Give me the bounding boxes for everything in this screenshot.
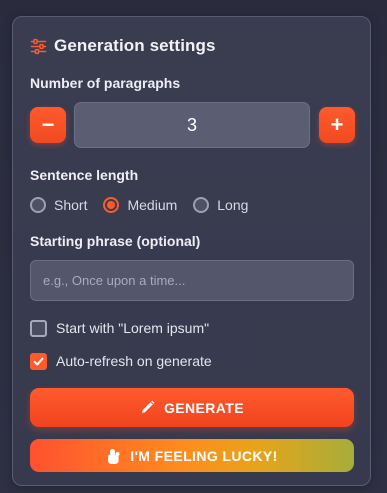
paragraphs-label: Number of paragraphs xyxy=(30,75,181,91)
radio-label: Long xyxy=(217,197,249,213)
auto-refresh-label: Auto-refresh on generate xyxy=(56,353,212,369)
radio-label: Medium xyxy=(127,197,178,213)
minus-icon: − xyxy=(41,112,55,137)
lorem-ipsum-label: Start with "Lorem ipsum" xyxy=(56,320,210,336)
generation-settings-panel: Generation settings Number of paragraphs… xyxy=(12,16,371,486)
radio-option-medium[interactable]: Medium xyxy=(103,197,177,213)
feeling-lucky-button[interactable]: I'M FEELING LUCKY! xyxy=(30,439,354,472)
auto-refresh-checkbox[interactable] xyxy=(30,352,47,370)
radio-label: Short xyxy=(54,197,88,213)
lorem-ipsum-option[interactable]: Start with "Lorem ipsum" xyxy=(30,318,209,338)
feeling-lucky-button-label: I'M FEELING LUCKY! xyxy=(130,447,278,464)
starting-phrase-placeholder: e.g., Once upon a time... xyxy=(43,273,186,288)
sentence-length-radio-group: Short Medium Long xyxy=(30,195,264,215)
panel-title: Generation settings xyxy=(54,36,216,55)
radio-button[interactable] xyxy=(30,197,46,213)
sentence-length-label: Sentence length xyxy=(30,167,139,183)
generate-button[interactable]: GENERATE xyxy=(30,388,354,427)
plus-icon: + xyxy=(330,112,344,137)
increment-button[interactable]: + xyxy=(319,107,355,143)
starting-phrase-label: Starting phrase (optional) xyxy=(30,233,201,249)
generate-button-label: GENERATE xyxy=(164,399,244,416)
hand-icon xyxy=(106,448,121,464)
checkmark-icon xyxy=(33,357,44,365)
decrement-button[interactable]: − xyxy=(30,107,66,143)
radio-button[interactable] xyxy=(193,197,210,213)
panel-header: Generation settings xyxy=(30,35,216,57)
lorem-ipsum-checkbox[interactable] xyxy=(30,319,47,337)
radio-button[interactable] xyxy=(103,197,120,213)
pencil-icon xyxy=(140,400,155,415)
sliders-icon xyxy=(30,38,47,55)
paragraphs-count-input[interactable]: 3 xyxy=(74,102,310,148)
radio-option-long[interactable]: Long xyxy=(193,197,248,213)
starting-phrase-input[interactable]: e.g., Once upon a time... xyxy=(30,260,354,301)
radio-option-short[interactable]: Short xyxy=(30,197,87,213)
auto-refresh-option[interactable]: Auto-refresh on generate xyxy=(30,351,212,371)
